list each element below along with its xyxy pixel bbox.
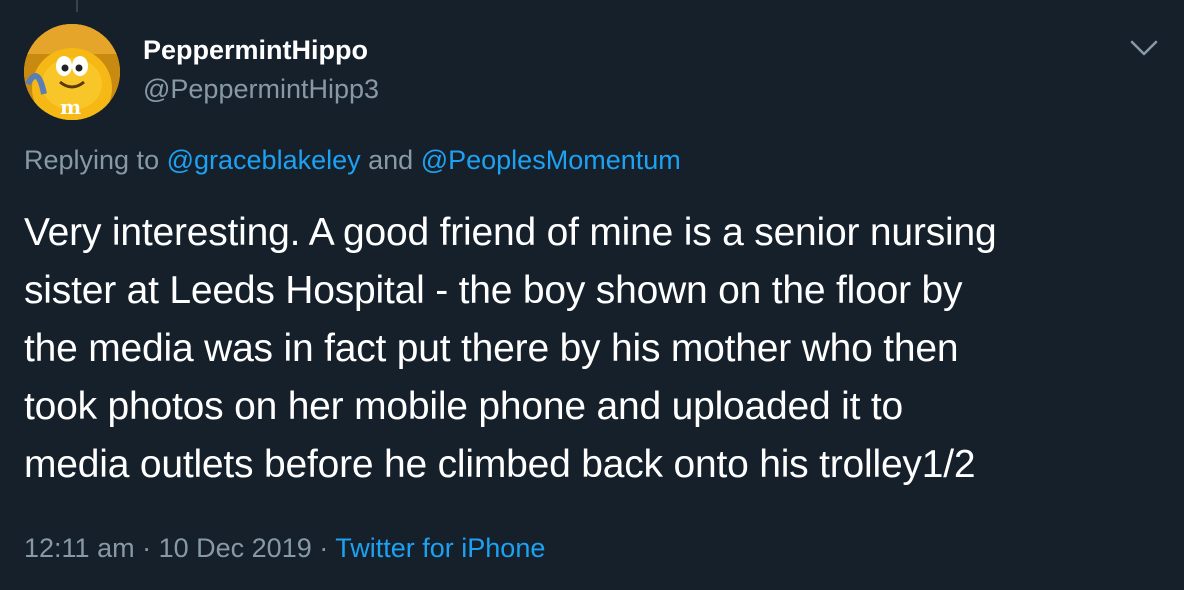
user-handle[interactable]: @PeppermintHipp3 (143, 73, 379, 105)
svg-text:m: m (60, 95, 81, 119)
tweet-source-link[interactable]: Twitter for iPhone (335, 533, 545, 563)
replying-to-label: Replying to (24, 145, 160, 175)
replying-to-line: Replying to @graceblakeley and @PeoplesM… (24, 143, 681, 177)
replying-to-conjunction: and (368, 145, 414, 175)
tweet-text-line: sister at Leeds Hospital - the boy shown… (24, 269, 963, 312)
chevron-down-icon[interactable] (1126, 30, 1162, 66)
tweet-text-line: Very interesting. A good friend of mine … (24, 211, 997, 254)
user-display-name[interactable]: PeppermintHippo (143, 34, 368, 66)
meta-separator: · (319, 533, 329, 563)
tweet-text-line: the media was in fact put there by his m… (24, 327, 959, 370)
tweet-date[interactable]: 10 Dec 2019 (159, 533, 312, 563)
tweet-text-line: media outlets before he climbed back ont… (24, 443, 976, 486)
thread-connector-line (76, 0, 78, 12)
tweet-text: Very interesting. A good friend of mine … (24, 204, 1164, 494)
tweet-metadata: 12:11 am · 10 Dec 2019 · Twitter for iPh… (24, 531, 545, 565)
mention-link-graceblakeley[interactable]: @graceblakeley (167, 145, 361, 175)
tweet-time[interactable]: 12:11 am (24, 533, 135, 563)
mm-character-icon: m (24, 24, 120, 120)
tweet-text-line: took photos on her mobile phone and uplo… (24, 385, 904, 428)
mention-link-peoplesmomentum[interactable]: @PeoplesMomentum (421, 145, 681, 175)
avatar[interactable]: m (24, 24, 120, 120)
meta-separator: · (142, 533, 152, 563)
